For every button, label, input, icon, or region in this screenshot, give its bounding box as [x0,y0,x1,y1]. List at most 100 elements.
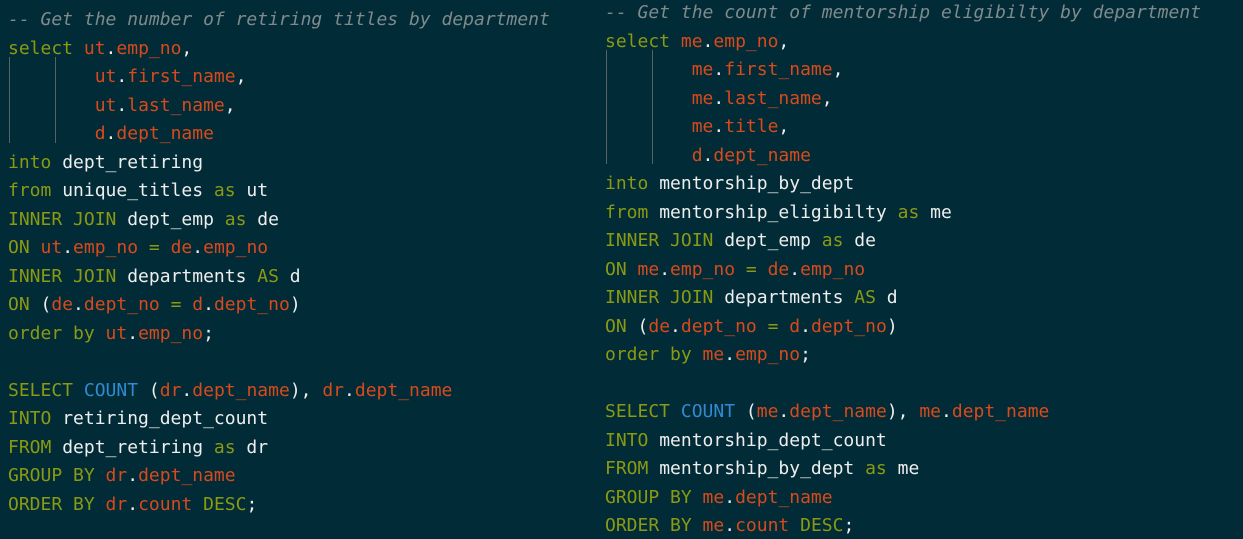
code-text: mentorship_dept_count [659,429,887,451]
sql-identifier: d [789,315,801,337]
code-text: . [73,294,84,315]
code-line: INNER JOIN departments AS d [605,284,898,312]
code-text: ( [735,401,757,422]
sql-identifier: de [767,258,790,280]
sql-identifier: emp_no [670,258,736,280]
sql-keyword: select [8,37,84,59]
code-line: -- Get the number of retiring titles by … [8,6,550,34]
code-text: d [289,265,301,287]
sql-keyword: from [605,201,660,223]
code-text: departments [724,287,855,308]
code-line: ut.first_name, [8,63,247,91]
code-text: mentorship_by_dept [659,458,866,479]
code-text: . [127,493,139,515]
code-text: ( [40,294,52,315]
sql-identifier: dept_name [735,486,833,508]
sql-identifier: dept_name [116,123,214,144]
sql-keyword: ORDER BY [8,493,106,515]
sql-identifier: de [648,315,671,337]
code-text: . [713,116,725,137]
sql-identifier: me [680,30,703,52]
sql-keyword: INNER JOIN [605,230,725,251]
sql-identifier: dept_no [680,315,757,337]
code-line: SELECT COUNT (me.dept_name), me.dept_nam… [605,398,1049,426]
code-text: , [224,94,236,116]
code-line: order by me.emp_no; [605,341,811,369]
code-text: . [127,322,139,344]
sql-identifier: dr [159,379,182,401]
code-editor[interactable]: -- Get the number of retiring titles by … [0,0,1243,539]
sql-identifier: count [138,493,193,515]
code-text: . [713,59,725,80]
sql-identifier: d [94,123,106,144]
code-text: . [800,315,811,337]
sql-keyword: INNER JOIN [8,265,128,287]
code-text: . [105,37,117,59]
code-text: departments [127,265,258,287]
code-text: unique_titles [62,180,214,201]
code-line: ON (de.dept_no = d.dept_no) [605,313,898,341]
code-text: . [105,123,117,144]
sql-identifier: me [702,515,725,536]
sql-keyword: INTO [605,429,660,451]
sql-keyword: ON [605,258,638,280]
code-text: dept_retiring [62,436,214,458]
sql-identifier: count [735,515,790,536]
sql-keyword: = [159,294,193,315]
sql-keyword: into [605,173,660,194]
code-line: INNER JOIN departments AS d [8,263,301,291]
code-text: mentorship_by_dept [659,173,855,194]
code-text: ), [289,379,323,401]
code-line: select me.emp_no, [605,28,789,56]
sql-identifier: me [691,87,714,109]
sql-keyword: ON [605,315,638,337]
code-text: , [181,37,193,59]
sql-keyword: = [735,258,768,280]
sql-identifier: dr [105,493,128,515]
code-text: . [702,30,714,52]
code-text: . [62,237,74,258]
code-line: -- Get the count of mentorship eligibilt… [605,0,1201,27]
sql-keyword: order by [605,344,703,365]
sql-keyword: FROM [605,458,660,479]
code-line: select ut.emp_no, [8,35,192,63]
sql-keyword: = [138,237,171,258]
code-line: ORDER BY dr.count DESC; [8,491,257,519]
code-text: ) [289,294,301,315]
sql-identifier: me [637,258,660,280]
code-line: d.dept_name [605,142,811,170]
code-line: into dept_retiring [8,149,203,177]
code-text: . [724,486,736,508]
code-text: de [257,208,279,230]
code-comment: -- Get the number of retiring titles by … [8,9,550,30]
sql-keyword: FROM [8,436,63,458]
sql-keyword: INNER JOIN [8,208,128,230]
code-text: , [778,30,790,52]
code-line: ON ut.emp_no = de.emp_no [8,234,268,262]
code-text: . [192,237,204,258]
sql-keyword: ORDER BY [605,515,703,536]
code-text: ; [203,322,214,344]
sql-identifier: dr [105,465,128,486]
code-text: de [854,230,876,251]
code-text: ut [246,180,269,201]
sql-keyword: order by [8,322,106,344]
sql-identifier: last_name [127,94,225,116]
code-line: SELECT COUNT (dr.dept_name), dr.dept_nam… [8,377,452,405]
sql-keyword: INTO [8,408,63,429]
sql-keyword: as [224,208,258,230]
code-line: me.last_name, [605,85,833,113]
code-line: ON (de.dept_no = d.dept_no) [8,291,301,319]
code-text: ; [246,493,258,515]
sql-identifier: me [702,486,725,508]
code-line: GROUP BY me.dept_name [605,484,833,512]
code-text: me [930,201,952,223]
code-text: . [181,379,193,401]
code-text: , [832,59,844,80]
code-text: . [116,66,128,87]
